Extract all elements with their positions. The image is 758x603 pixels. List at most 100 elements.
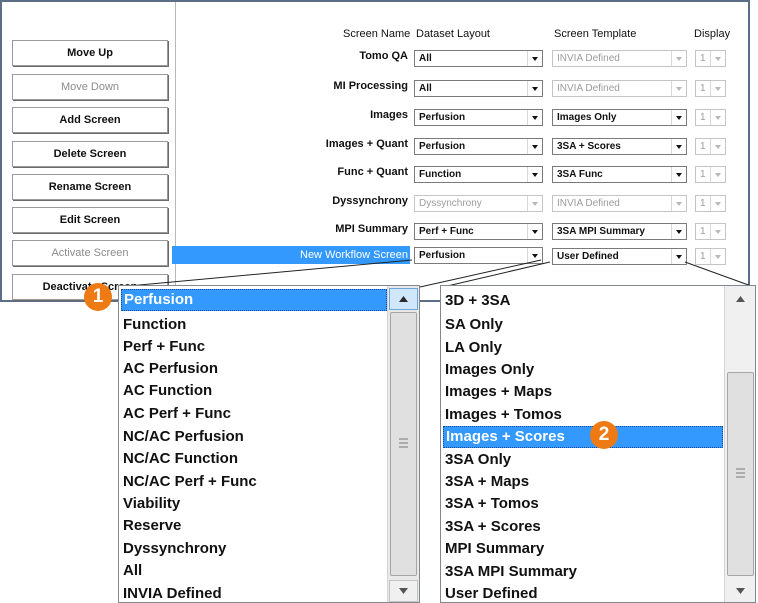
grip-icon — [736, 468, 745, 478]
activate-screen-button[interactable]: Activate Screen — [12, 240, 168, 266]
display-select: 1 — [695, 248, 726, 265]
list-item[interactable]: Reserve — [121, 515, 181, 537]
row-label-mpi-summary[interactable]: MPI Summary — [278, 223, 408, 235]
dataset-layout-select[interactable]: Perf + Func — [414, 223, 543, 240]
list-item[interactable]: LA Only — [443, 337, 502, 359]
list-item[interactable]: Perf + Func — [121, 336, 205, 358]
list-item[interactable]: Images Only — [443, 359, 534, 381]
list-item[interactable]: All — [121, 560, 142, 582]
chevron-down-icon[interactable] — [671, 110, 686, 125]
chevron-down-icon — [736, 588, 745, 594]
chevron-down-icon[interactable] — [671, 139, 686, 154]
list-item[interactable]: Images + Scores — [443, 426, 723, 448]
list-item[interactable]: INVIA Defined — [121, 583, 222, 602]
row-label-new-workflow-screen[interactable]: New Workflow Screen — [172, 246, 410, 264]
chevron-down-icon — [399, 588, 408, 594]
dataset-layout-select[interactable]: All — [414, 50, 543, 67]
dataset-layout-select[interactable]: Perfusion — [414, 109, 543, 126]
delete-screen-button[interactable]: Delete Screen — [12, 141, 168, 167]
chevron-down-icon — [710, 224, 725, 239]
dataset-layout-select[interactable]: Function — [414, 166, 543, 183]
chevron-down-icon — [671, 51, 686, 66]
chevron-down-icon[interactable] — [527, 248, 542, 263]
chevron-down-icon[interactable] — [527, 81, 542, 96]
list-item[interactable]: AC Perf + Func — [121, 403, 231, 425]
screen-template-select[interactable]: 3SA MPI Summary — [552, 223, 687, 240]
chevron-down-icon[interactable] — [527, 139, 542, 154]
list-item[interactable]: 3SA + Maps — [443, 471, 529, 493]
display-select: 1 — [695, 80, 726, 97]
row-label-tomo-qa[interactable]: Tomo QA — [278, 50, 408, 62]
chevron-down-icon[interactable] — [527, 110, 542, 125]
dataset-layout-dropdown[interactable]: Perfusion Function Perf + Func AC Perfus… — [118, 285, 420, 603]
list-item[interactable]: NC/AC Perf + Func — [121, 471, 257, 493]
move-down-button[interactable]: Move Down — [12, 74, 168, 100]
dataset-layout-select[interactable]: Perfusion — [414, 138, 543, 155]
list-item[interactable]: 3D + 3SA — [443, 290, 510, 312]
scroll-thumb[interactable] — [390, 312, 417, 576]
edit-screen-button[interactable]: Edit Screen — [12, 207, 168, 233]
chevron-down-icon — [671, 196, 686, 211]
display-select: 1 — [695, 223, 726, 240]
move-up-button[interactable]: Move Up — [12, 40, 168, 66]
screen-template-select: INVIA Defined — [552, 50, 687, 67]
row-label-dyssynchrony[interactable]: Dyssynchrony — [278, 195, 408, 207]
chevron-down-icon — [710, 167, 725, 182]
scroll-down-button[interactable] — [726, 580, 755, 602]
scroll-up-button[interactable] — [389, 288, 418, 310]
scroll-down-button[interactable] — [389, 580, 418, 602]
header-display: Display — [694, 28, 731, 40]
header-screen-name: Screen Name — [343, 28, 411, 40]
list-item[interactable]: 3SA + Scores — [443, 516, 541, 538]
screen-template-select: INVIA Defined — [552, 195, 687, 212]
rename-screen-button[interactable]: Rename Screen — [12, 174, 168, 200]
list-item[interactable]: Images + Maps — [443, 381, 552, 403]
row-label-func-quant[interactable]: Func + Quant — [278, 166, 408, 178]
list-item[interactable]: Dyssynchrony — [121, 538, 226, 560]
dataset-layout-select[interactable]: Perfusion — [414, 247, 543, 264]
list-item[interactable]: User Defined — [443, 583, 538, 602]
screen-template-select[interactable]: Images Only — [552, 109, 687, 126]
chevron-down-icon[interactable] — [671, 249, 686, 264]
chevron-down-icon[interactable] — [527, 51, 542, 66]
chevron-down-icon — [710, 51, 725, 66]
scrollbar[interactable] — [724, 286, 755, 602]
screen-template-select[interactable]: 3SA Func — [552, 166, 687, 183]
display-select: 1 — [695, 138, 726, 155]
screen-config-panel: Move Up Move Down Add Screen Delete Scre… — [0, 0, 750, 302]
scroll-thumb[interactable] — [727, 372, 754, 576]
row-label-images-quant[interactable]: Images + Quant — [278, 138, 408, 150]
list-item[interactable]: MPI Summary — [443, 538, 544, 560]
dataset-layout-select[interactable]: All — [414, 80, 543, 97]
list-item[interactable]: Function — [121, 314, 186, 336]
row-label-mi-processing[interactable]: MI Processing — [278, 80, 408, 92]
chevron-down-icon[interactable] — [671, 224, 686, 239]
list-item[interactable]: SA Only — [443, 314, 503, 336]
scrollbar[interactable] — [387, 286, 419, 602]
chevron-down-icon — [527, 196, 542, 211]
chevron-down-icon[interactable] — [527, 224, 542, 239]
list-item[interactable]: 3SA Only — [443, 449, 511, 471]
screen-template-select[interactable]: User Defined — [552, 248, 687, 265]
header-screen-template: Screen Template — [554, 28, 637, 40]
list-item[interactable]: Perfusion — [121, 289, 387, 311]
list-item[interactable]: NC/AC Function — [121, 448, 238, 470]
list-item[interactable]: 3SA MPI Summary — [443, 561, 577, 583]
row-label-images[interactable]: Images — [278, 109, 408, 121]
chevron-down-icon[interactable] — [671, 167, 686, 182]
chevron-down-icon[interactable] — [527, 167, 542, 182]
list-item[interactable]: 3SA + Tomos — [443, 493, 539, 515]
chevron-up-icon — [736, 296, 745, 302]
chevron-down-icon — [710, 81, 725, 96]
screen-template-select[interactable]: 3SA + Scores — [552, 138, 687, 155]
grip-icon — [399, 438, 408, 448]
add-screen-button[interactable]: Add Screen — [12, 107, 168, 133]
chevron-up-icon — [399, 296, 408, 302]
list-item[interactable]: Images + Tomos — [443, 404, 562, 426]
list-item[interactable]: NC/AC Perfusion — [121, 426, 244, 448]
scroll-up-button[interactable] — [726, 288, 755, 310]
list-item[interactable]: AC Perfusion — [121, 358, 218, 380]
list-item[interactable]: Viability — [121, 493, 180, 515]
chevron-down-icon — [710, 110, 725, 125]
list-item[interactable]: AC Function — [121, 380, 212, 402]
